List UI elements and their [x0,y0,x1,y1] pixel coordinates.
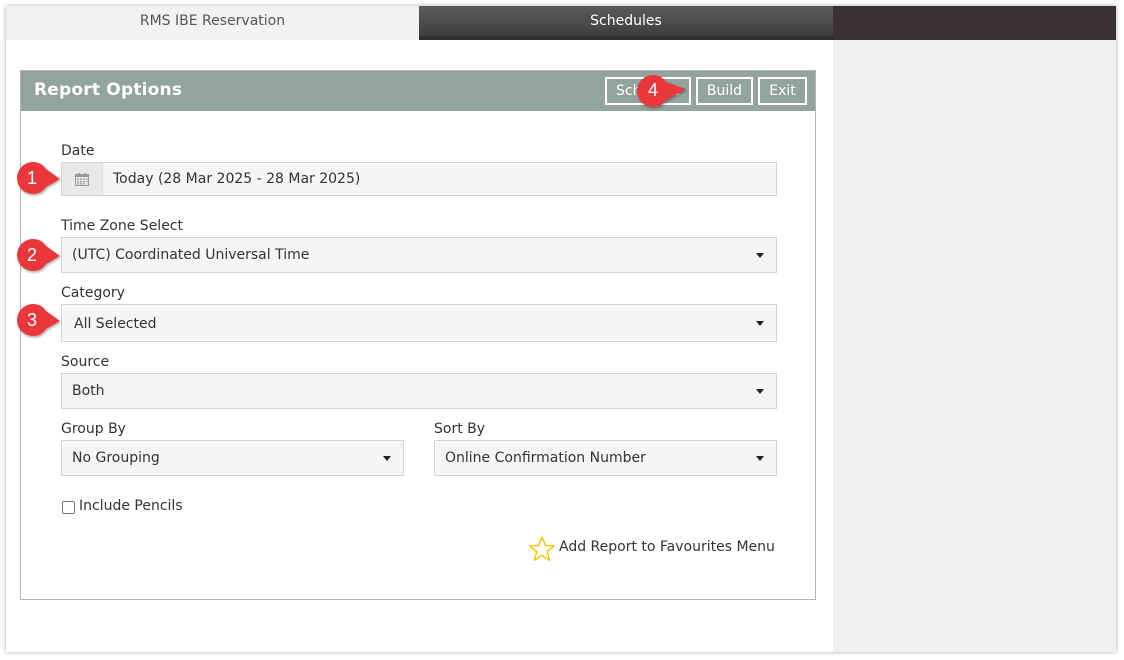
tab-rms-ibe-reservation[interactable]: RMS IBE Reservation [6,6,419,40]
calendar-icon [75,173,89,186]
source-value: Both [72,383,105,399]
callout-badge-3: 3 [16,302,60,340]
group-by-select[interactable]: No Grouping [61,440,404,476]
category-label: Category [61,285,125,301]
date-range-field[interactable]: Today (28 Mar 2025 - 28 Mar 2025) [61,162,777,196]
callout-number: 1 [26,168,37,188]
include-pencils-checkbox[interactable] [62,501,75,514]
callout-badge-2: 2 [16,237,60,275]
callout-badge-1: 1 [16,160,60,198]
panel-header: Report Options Schedule Build Exit [21,71,815,111]
source-select[interactable]: Both [61,373,777,409]
chevron-down-icon [756,253,764,258]
category-select[interactable]: All Selected [61,304,777,342]
chevron-down-icon [756,389,764,394]
app-window: RMS IBE Reservation Schedules Report Opt… [6,6,1116,652]
date-label: Date [61,143,95,159]
category-value: All Selected [74,316,157,332]
exit-button[interactable]: Exit [758,77,807,105]
source-label: Source [61,354,110,370]
callout-number: 4 [647,80,658,100]
group-by-label: Group By [61,421,126,437]
add-to-favourites-link[interactable]: Add Report to Favourites Menu [559,539,775,555]
date-icon-box[interactable] [62,163,103,195]
time-zone-label: Time Zone Select [61,218,183,234]
chevron-down-icon [756,321,764,326]
sort-by-select[interactable]: Online Confirmation Number [434,440,777,476]
group-by-value: No Grouping [72,450,160,466]
build-button[interactable]: Build [696,77,753,105]
side-pane [833,40,1116,652]
time-zone-value: (UTC) Coordinated Universal Time [72,247,310,263]
tab-bar: RMS IBE Reservation Schedules [6,6,1116,40]
tab-schedules[interactable]: Schedules [419,6,833,40]
panel-title: Report Options [34,80,183,100]
time-zone-select[interactable]: (UTC) Coordinated Universal Time [61,237,777,273]
report-options-panel: Report Options Schedule Build Exit Date [20,70,816,600]
callout-number: 2 [26,245,37,265]
chevron-down-icon [383,456,391,461]
callout-badge-4: 4 [634,72,686,110]
tab-bar-filler [833,6,1116,40]
sort-by-value: Online Confirmation Number [445,450,646,466]
callout-number: 3 [26,310,37,330]
include-pencils-label[interactable]: Include Pencils [79,498,183,514]
date-range-value: Today (28 Mar 2025 - 28 Mar 2025) [113,171,361,187]
sort-by-label: Sort By [434,421,486,437]
star-icon[interactable] [528,535,556,563]
chevron-down-icon [756,456,764,461]
